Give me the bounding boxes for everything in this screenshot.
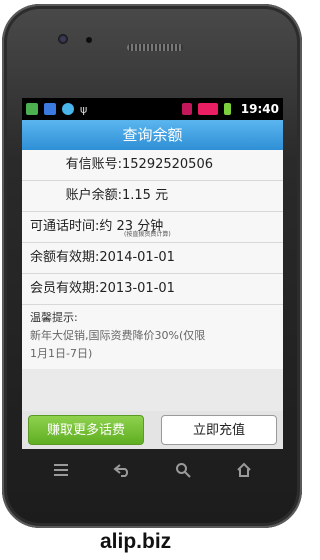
account-row: 有信账号:15292520506	[22, 150, 283, 181]
member-expire-row: 会员有效期:2013-01-01	[22, 274, 283, 305]
balance-expire-label: 余额有效期:	[30, 250, 100, 265]
signal-icon	[197, 103, 218, 115]
tip-box: 温馨提示: 新年大促销,国际资费降价30%(仅限 1月1日-7日)	[22, 305, 283, 369]
balance-expire-value: 2014-01-01	[99, 250, 175, 265]
chat-icon	[44, 103, 56, 115]
balance-expire-row: 余额有效期:2014-01-01	[22, 243, 283, 274]
tip-line-1: 新年大促销,国际资费降价30%(仅限	[30, 329, 206, 342]
tip-line-2: 1月1日-7日)	[30, 347, 93, 360]
menu-icon[interactable]	[50, 459, 72, 481]
search-icon[interactable]	[172, 459, 194, 481]
balance-value: 1.15 元	[122, 188, 169, 203]
recharge-button[interactable]: 立即充值	[161, 415, 277, 445]
battery-icon	[223, 103, 231, 115]
message-icon	[62, 103, 74, 115]
balance-row: 账户余额:1.15 元	[22, 181, 283, 212]
front-camera	[58, 34, 68, 44]
member-expire-label: 会员有效期:	[30, 281, 100, 296]
page-title: 查询余额	[22, 120, 283, 150]
balance-label: 账户余额:	[65, 188, 122, 203]
clock: 19:40	[240, 102, 279, 116]
tip-title: 温馨提示:	[30, 311, 78, 324]
talk-time-row: 可通话时间:约 23 分钟 (按直拨资费计算)	[22, 212, 283, 243]
back-icon[interactable]	[111, 459, 133, 481]
status-bar: ψ 19:40	[22, 98, 283, 120]
watermark: alip.biz	[100, 530, 172, 553]
earn-credit-button[interactable]: 赚取更多话费	[28, 415, 144, 445]
screen: ψ 19:40 查询余额 有信账号:15292520506 账户余额:1.15 …	[22, 98, 283, 449]
earpiece-speaker	[127, 44, 183, 51]
soft-keys	[30, 456, 275, 484]
proximity-sensor	[86, 37, 92, 43]
talk-time-note: (按直拨资费计算)	[124, 231, 171, 238]
usb-icon: ψ	[80, 102, 88, 116]
account-value: 15292520506	[122, 157, 213, 172]
mail-icon	[181, 103, 192, 115]
home-icon[interactable]	[233, 459, 255, 481]
button-bar: 赚取更多话费 立即充值	[22, 411, 283, 449]
account-label: 有信账号:	[65, 157, 122, 172]
member-expire-value: 2013-01-01	[99, 281, 175, 296]
talk-time-label: 可通话时间:	[30, 219, 100, 234]
app-icon	[26, 103, 38, 115]
